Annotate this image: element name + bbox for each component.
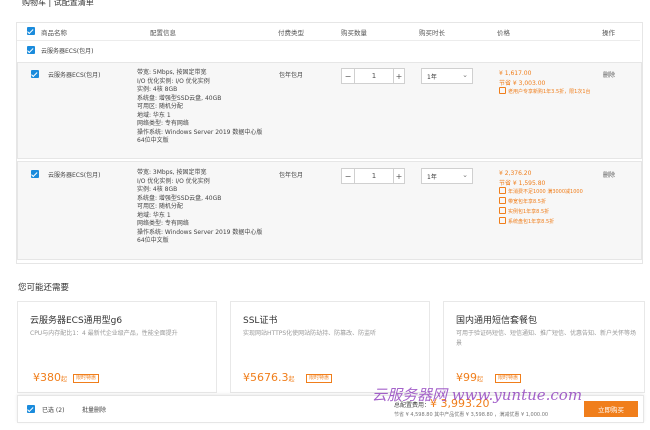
promo-icon bbox=[499, 87, 506, 94]
item-pay-type: 包年包月 bbox=[279, 72, 304, 79]
card-desc: 可用于验证码短信、短信通知、推广短信、优惠告知、新户关怀等场景 bbox=[456, 330, 637, 347]
minus-button[interactable]: − bbox=[342, 169, 355, 183]
breadcrumb: 购物车 | 试配置清单 bbox=[22, 0, 94, 7]
duration-select[interactable]: 1年 ⌄ bbox=[421, 168, 473, 184]
card-desc: 实现网站HTTPS化使网站防劫持、防篡改、防监听 bbox=[243, 330, 377, 337]
plus-button[interactable]: + bbox=[393, 169, 404, 183]
card-desc: CPU与内存配比1：4 最新代企业级产品，性能全面提升 bbox=[30, 330, 178, 337]
duration-select[interactable]: 1年 ⌄ bbox=[421, 68, 473, 84]
card-price: ¥5676.3起 bbox=[243, 371, 295, 384]
recommend-title: 您可能还需要 bbox=[18, 283, 70, 293]
watermark: 云服务器网 www.yuntue.com bbox=[372, 386, 583, 404]
buy-now-button[interactable]: 立即购买 bbox=[584, 401, 638, 417]
item-config: 带宽: 5Mbps, 按固定带宽 I/O 优化实例: I/O 优化实例 实例: … bbox=[137, 69, 263, 144]
item-name: 云服务器ECS(包月) bbox=[48, 172, 101, 179]
col-config: 配置信息 bbox=[150, 29, 176, 37]
table-header: 商品名称 配置信息 付费类型 购买数量 购买时长 价格 操作 bbox=[17, 23, 640, 39]
promo-icon bbox=[499, 197, 506, 204]
group-label: 云服务器ECS(包月) bbox=[41, 48, 94, 55]
delete-link[interactable]: 删除 bbox=[603, 70, 615, 79]
recommend-card[interactable]: 云服务器ECS通用型g6 CPU与内存配比1：4 最新代企业级产品，性能全面提升… bbox=[17, 301, 217, 393]
col-price: 价格 bbox=[497, 29, 510, 37]
col-name: 商品名称 bbox=[41, 29, 67, 37]
col-pay-type: 付费类型 bbox=[278, 29, 304, 37]
batch-delete-link[interactable]: 批量删除 bbox=[82, 405, 106, 414]
item-save: 节省 ¥ 1,595.80 bbox=[499, 180, 546, 187]
item-price: ¥ 1,617.00 bbox=[499, 70, 532, 77]
quantity-value[interactable]: 1 bbox=[355, 69, 393, 83]
promo-tag: 系统盘包1年享8.5折 bbox=[499, 217, 554, 225]
promo-badge: 限时特惠 bbox=[306, 374, 333, 383]
promo-tag: 带宽包年享8.5折 bbox=[499, 197, 546, 205]
savings-detail: 节省 ¥ 4,598.80 其中产品优惠 ¥ 3,598.80 ，满减优惠 ¥ … bbox=[394, 412, 549, 418]
col-quantity: 购买数量 bbox=[341, 29, 367, 37]
quantity-stepper[interactable]: − 1 + bbox=[341, 168, 405, 184]
promo-tag: 实例包1年享8.5折 bbox=[499, 207, 549, 215]
selected-count: 已选 (2) bbox=[42, 407, 65, 414]
col-action: 操作 bbox=[602, 29, 615, 37]
chevron-down-icon: ⌄ bbox=[462, 171, 468, 179]
col-duration: 购买时长 bbox=[419, 29, 445, 37]
recommend-card[interactable]: SSL证书 实现网站HTTPS化使网站防劫持、防篡改、防监听 ¥5676.3起 … bbox=[230, 301, 430, 393]
item-save: 节省 ¥ 3,003.00 bbox=[499, 80, 546, 87]
plus-button[interactable]: + bbox=[393, 69, 404, 83]
promo-badge: 限时特惠 bbox=[495, 374, 522, 383]
card-price: ¥99起 bbox=[456, 371, 484, 384]
recommend-card[interactable]: 国内通用短信套餐包 可用于验证码短信、短信通知、推广短信、优惠告知、新户关怀等场… bbox=[443, 301, 645, 393]
card-title: 云服务器ECS通用型g6 bbox=[30, 316, 123, 326]
item-checkbox[interactable] bbox=[31, 170, 39, 178]
promo-tag: 年消费不足1000 满3000减1000 bbox=[499, 187, 583, 195]
cart-row bbox=[17, 62, 642, 159]
footer-select-all-checkbox[interactable] bbox=[27, 405, 35, 413]
promo-tag: 老用户专享新购1年3.5折，限1次1台 bbox=[499, 87, 591, 95]
select-all-checkbox[interactable] bbox=[27, 27, 35, 35]
minus-button[interactable]: − bbox=[342, 69, 355, 83]
promo-icon bbox=[499, 217, 506, 224]
card-title: 国内通用短信套餐包 bbox=[456, 316, 538, 326]
card-price: ¥380起 bbox=[33, 371, 68, 384]
item-price: ¥ 2,376.20 bbox=[499, 170, 532, 177]
item-config: 带宽: 3Mbps, 按固定带宽 I/O 优化实例: I/O 优化实例 实例: … bbox=[137, 169, 263, 244]
quantity-value[interactable]: 1 bbox=[355, 169, 393, 183]
card-title: SSL证书 bbox=[243, 316, 278, 326]
delete-link[interactable]: 删除 bbox=[603, 170, 615, 179]
item-pay-type: 包年包月 bbox=[279, 172, 304, 179]
promo-icon bbox=[499, 207, 506, 214]
promo-badge: 限时特惠 bbox=[73, 374, 100, 383]
item-name: 云服务器ECS(包月) bbox=[48, 72, 101, 79]
promo-icon bbox=[499, 187, 506, 194]
group-checkbox[interactable] bbox=[27, 46, 35, 54]
chevron-down-icon: ⌄ bbox=[462, 71, 468, 79]
quantity-stepper[interactable]: − 1 + bbox=[341, 68, 405, 84]
item-checkbox[interactable] bbox=[31, 70, 39, 78]
